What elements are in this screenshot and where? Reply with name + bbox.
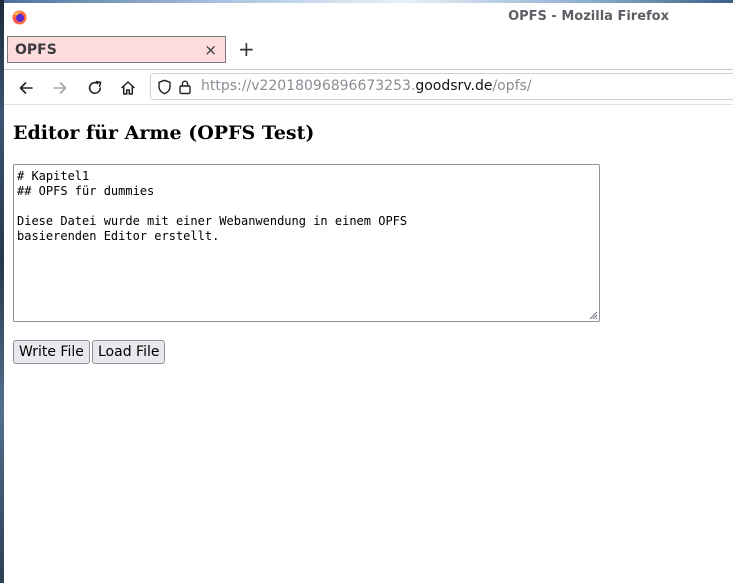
lock-icon[interactable] — [178, 79, 192, 95]
resize-grip-icon[interactable] — [589, 311, 598, 320]
tab-close-icon[interactable]: × — [204, 41, 217, 59]
write-file-button[interactable]: Write File — [13, 340, 90, 364]
home-icon[interactable] — [119, 79, 137, 97]
navigation-toolbar: https://v22018096896673253.goodsrv.de/op… — [4, 70, 733, 104]
page-content: Editor für Arme (OPFS Test) # Kapitel1 #… — [4, 105, 733, 583]
url-subdomain: v22018096896673253. — [251, 78, 416, 94]
back-arrow-icon[interactable] — [17, 79, 35, 97]
url-bar[interactable]: https://v22018096896673253.goodsrv.de/op… — [150, 73, 733, 100]
tab-title: OPFS — [15, 42, 57, 58]
reload-icon[interactable] — [86, 79, 104, 97]
title-bar: OPFS - Mozilla Firefox — [4, 3, 733, 31]
page-title: Editor für Arme (OPFS Test) — [13, 122, 315, 144]
window-title: OPFS - Mozilla Firefox — [508, 9, 669, 24]
url-scheme: https:// — [201, 78, 252, 94]
url-text[interactable]: https://v22018096896673253.goodsrv.de/op… — [201, 78, 532, 94]
tab-opfs[interactable]: OPFS × — [7, 36, 226, 63]
editor-textarea[interactable]: # Kapitel1 ## OPFS für dummies Diese Dat… — [13, 164, 600, 322]
new-tab-button[interactable]: + — [238, 39, 255, 59]
tab-strip: OPFS × + — [4, 31, 733, 69]
load-file-button[interactable]: Load File — [92, 340, 166, 364]
browser-window: OPFS - Mozilla Firefox OPFS × + https://… — [4, 3, 733, 583]
url-path: /opfs/ — [492, 78, 532, 94]
url-domain: goodsrv.de — [415, 78, 493, 94]
tracking-protection-shield-icon[interactable] — [157, 79, 172, 95]
forward-arrow-icon[interactable] — [51, 79, 69, 97]
